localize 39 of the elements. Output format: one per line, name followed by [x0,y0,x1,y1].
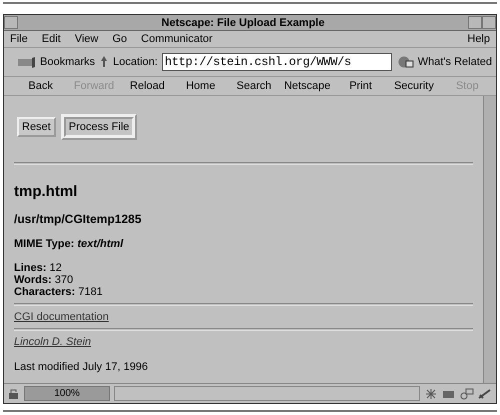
bookmarks-button[interactable]: Bookmarks [40,56,96,68]
toolbar-button[interactable]: Back [16,80,66,92]
toolbar-button[interactable]: Reload [122,80,172,92]
bookmarks-icon [16,56,36,68]
file-path: /usr/tmp/CGItemp1285 [14,212,142,226]
menu-item[interactable]: View [74,33,98,45]
progress-text: 100% [53,387,81,400]
composer-icon [478,388,492,400]
form-button[interactable]: Reset [17,117,56,137]
window-menu-button[interactable] [4,16,18,29]
toolbar-button[interactable]: Security [389,80,439,92]
chat-icon [460,388,474,400]
toolbar-button[interactable]: Print [336,80,386,92]
menu-item[interactable]: Communicator [141,33,213,45]
form-button[interactable]: Process File [60,114,138,140]
minimize-button[interactable] [468,16,482,29]
menu-item[interactable]: Edit [42,33,61,45]
stat-line: Words: 370 [14,274,74,286]
author-link[interactable]: Lincoln D. Stein [14,336,92,348]
scrollbar[interactable] [483,96,496,383]
maximize-button[interactable] [482,16,496,29]
mime-type: MIME Type: text/html [14,238,124,250]
padlock-icon [8,388,20,400]
window-title: Netscape: File Upload Example [160,16,326,28]
menu-item[interactable]: Help [467,33,490,45]
documentation-link[interactable]: CGI documentation [14,311,109,323]
toolbar-button[interactable]: Search [229,80,279,92]
toolbar-button[interactable]: Home [176,80,226,92]
globe-icon [396,56,414,68]
last-modified: Last modified July 17, 1996 [14,361,149,373]
stat-line: Characters: 7181 [14,286,104,298]
toolbar-button[interactable]: Netscape [282,80,332,92]
menu-item[interactable]: Go [112,33,128,45]
location-label: Location: [113,56,158,68]
menu-item[interactable]: File [10,33,28,45]
url-field[interactable]: http://stein.cshl.org/WWW/s [162,53,392,71]
whats-related-button[interactable]: What's Related [418,56,492,68]
file-heading: tmp.html [14,183,78,200]
stat-line: Lines: 12 [14,262,63,274]
